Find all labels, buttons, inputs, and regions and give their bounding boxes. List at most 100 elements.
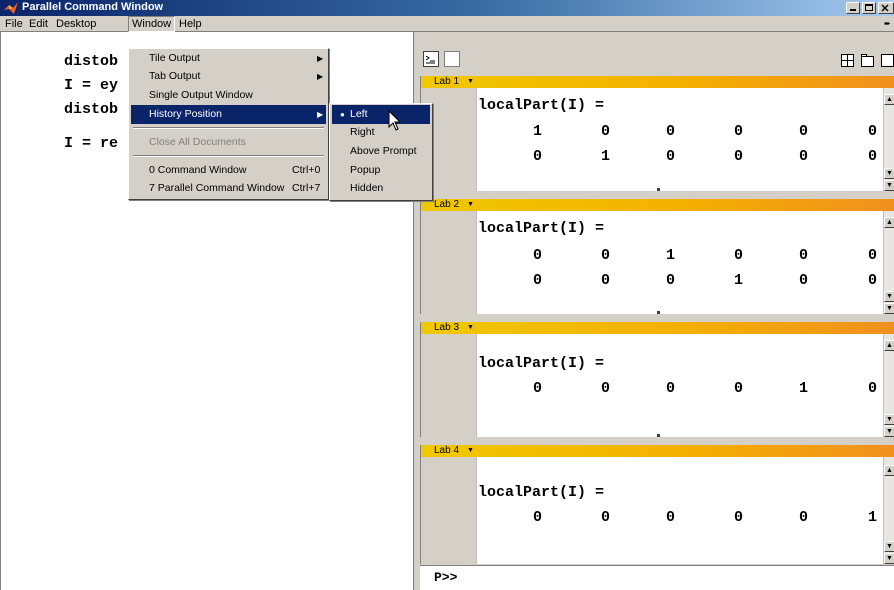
- matrix-cell: 0: [868, 148, 878, 165]
- menu-file[interactable]: File: [2, 17, 26, 31]
- selected-bullet-icon: ●: [340, 110, 345, 119]
- scroll-down-button[interactable]: ▼: [884, 303, 894, 314]
- vertical-scrollbar[interactable]: ▲ ▼ ▼: [883, 211, 894, 314]
- chevron-down-icon[interactable]: ▼: [467, 322, 474, 334]
- resize-grip[interactable]: [657, 311, 660, 314]
- menu-item-history-position[interactable]: History Position ▶: [131, 105, 326, 124]
- lab-title: Lab 1: [434, 76, 460, 87]
- matrix-cell: 0: [868, 123, 878, 140]
- menu-edit[interactable]: Edit: [26, 17, 51, 31]
- resize-grip[interactable]: [657, 434, 660, 437]
- matrix-cell: 1: [868, 509, 878, 526]
- matrix-cell: 0: [868, 380, 878, 397]
- maximize-button[interactable]: [862, 2, 876, 14]
- matrix-cell: 0: [601, 247, 611, 264]
- menu-help[interactable]: Help: [176, 17, 205, 31]
- matrix-cell: 0: [799, 509, 809, 526]
- scroll-down-button[interactable]: ▼: [884, 541, 894, 552]
- menu-separator: [133, 155, 324, 157]
- menu-bar: File Edit Desktop Window Help ➨: [0, 16, 894, 32]
- lab-output-label: localPart(I) =: [478, 220, 605, 237]
- menu-item-single-output[interactable]: Single Output Window: [131, 86, 326, 105]
- vertical-scrollbar[interactable]: ▲ ▼ ▼: [883, 88, 894, 191]
- matrix-cell: 1: [734, 272, 744, 289]
- lab-panel: Lab 1 ▼ localPart(I) = 1 0 0 0 0 0 0 1 0 …: [420, 76, 894, 191]
- lab-header[interactable]: Lab 1 ▼: [421, 76, 894, 88]
- matrix-cell: 0: [734, 123, 744, 140]
- menu-item-parallel-window[interactable]: 7 Parallel Command Window Ctrl+7: [131, 179, 326, 198]
- menubar-arrow-icon[interactable]: ➨: [884, 19, 891, 28]
- lab-header[interactable]: Lab 4 ▼: [421, 445, 894, 457]
- matrix-cell: 0: [533, 247, 543, 264]
- lab-panel: Lab 2 ▼ localPart(I) = 0 0 1 0 0 0 0 0 0 …: [420, 199, 894, 314]
- scroll-down-button[interactable]: ▼: [884, 426, 894, 437]
- tile-view-icon[interactable]: [840, 53, 856, 69]
- scroll-up-button[interactable]: ▲: [884, 340, 894, 351]
- command-prompt-icon[interactable]: [423, 51, 439, 67]
- matrix-cell: 1: [601, 148, 611, 165]
- matrix-cell: 0: [601, 123, 611, 140]
- menu-item-command-window[interactable]: 0 Command Window Ctrl+0: [131, 161, 326, 180]
- tab-view-icon[interactable]: [860, 53, 876, 69]
- command-prompt[interactable]: P>>: [434, 570, 457, 585]
- close-button[interactable]: [878, 2, 894, 14]
- menu-desktop[interactable]: Desktop: [53, 17, 99, 31]
- scroll-down-button[interactable]: ▼: [884, 553, 894, 564]
- minimize-icon: [850, 9, 856, 11]
- menu-item-tile-output[interactable]: Tile Output ▶: [131, 49, 326, 68]
- matrix-cell: 1: [666, 247, 676, 264]
- resize-grip[interactable]: [657, 188, 660, 191]
- matrix-cell: 0: [601, 272, 611, 289]
- menu-window[interactable]: Window: [128, 16, 176, 32]
- matrix-cell: 0: [734, 247, 744, 264]
- submenu-item-left[interactable]: ● Left: [332, 105, 430, 124]
- submenu-arrow-icon: ▶: [317, 110, 324, 119]
- lab-title: Lab 4: [434, 445, 460, 456]
- scroll-down-button[interactable]: ▼: [884, 291, 894, 302]
- lab-header[interactable]: Lab 2 ▼: [421, 199, 894, 211]
- vertical-scrollbar[interactable]: ▲ ▼ ▼: [883, 334, 894, 437]
- chevron-down-icon[interactable]: ▼: [467, 76, 474, 88]
- lab-title: Lab 3: [434, 322, 460, 333]
- lab-header[interactable]: Lab 3 ▼: [421, 322, 894, 334]
- matrix-cell: 0: [734, 380, 744, 397]
- matrix-cell: 0: [734, 148, 744, 165]
- window-menu-dropdown: Tile Output ▶ Tab Output ▶ Single Output…: [128, 48, 329, 200]
- mouse-cursor-icon: [388, 110, 402, 131]
- minimize-button[interactable]: [846, 2, 860, 14]
- scroll-down-button[interactable]: ▼: [884, 168, 894, 179]
- chevron-down-icon[interactable]: ▼: [467, 445, 474, 457]
- code-line: distob: [64, 101, 119, 118]
- prompt-area[interactable]: P>>: [420, 565, 894, 590]
- matrix-cell: 0: [533, 148, 543, 165]
- vertical-scrollbar[interactable]: ▲ ▼ ▼: [883, 457, 894, 564]
- lab-title: Lab 2: [434, 199, 460, 210]
- matrix-cell: 0: [533, 509, 543, 526]
- lab-gutter: [421, 211, 477, 314]
- submenu-item-right[interactable]: Right: [332, 123, 430, 142]
- matlab-logo-icon: [4, 2, 18, 14]
- matrix-cell: 0: [666, 148, 676, 165]
- matrix-cell: 0: [666, 272, 676, 289]
- code-line: I = re: [64, 135, 119, 152]
- chevron-down-icon[interactable]: ▼: [467, 199, 474, 211]
- submenu-item-hidden[interactable]: Hidden: [332, 179, 430, 198]
- matrix-cell: 0: [868, 272, 878, 289]
- scroll-down-button[interactable]: ▼: [884, 414, 894, 425]
- right-toolbar: [420, 48, 894, 74]
- matrix-cell: 0: [799, 272, 809, 289]
- matrix-cell: 0: [666, 123, 676, 140]
- lab-output-label: localPart(I) =: [478, 355, 605, 372]
- document-icon[interactable]: [444, 51, 460, 67]
- submenu-item-popup[interactable]: Popup: [332, 161, 430, 180]
- menu-item-tab-output[interactable]: Tab Output ▶: [131, 67, 326, 86]
- menu-separator: [133, 127, 324, 129]
- scroll-down-button[interactable]: ▼: [884, 180, 894, 191]
- scroll-up-button[interactable]: ▲: [884, 465, 894, 476]
- scroll-up-button[interactable]: ▲: [884, 94, 894, 105]
- single-view-icon[interactable]: [880, 53, 894, 69]
- close-icon: [881, 4, 889, 12]
- scroll-up-button[interactable]: ▲: [884, 217, 894, 228]
- window-title: Parallel Command Window: [22, 1, 164, 13]
- submenu-item-above-prompt[interactable]: Above Prompt: [332, 142, 430, 161]
